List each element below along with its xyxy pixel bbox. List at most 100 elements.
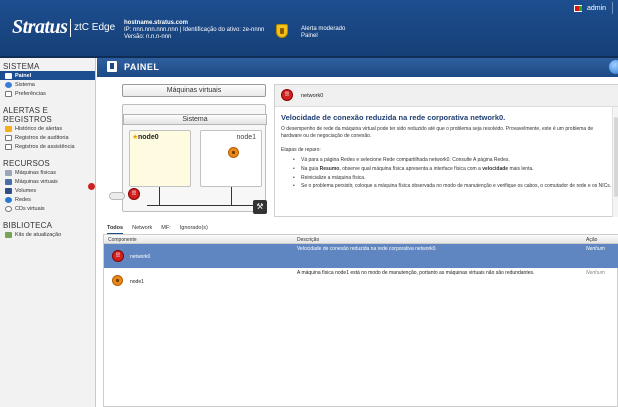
kit-icon [5,231,12,238]
network-alert-icon: !! [112,250,124,262]
sidebar-item-networks[interactable]: Redes [0,195,95,204]
sidebar-item-label: Histórico de alertas [15,125,63,132]
version: Versão: n.n.n-nnn [124,34,172,40]
sidebar-item-virtual-cds[interactable]: CDs virtuais [0,204,95,213]
row-action[interactable]: Nenhum [586,246,605,252]
header-divider [612,2,613,14]
top-header: Stratus ztC Edge hostname.stratus.com IP… [0,0,618,58]
maintenance-tool-icon[interactable]: ⚒ [253,200,267,214]
document-icon [5,134,12,141]
language-flag-icon[interactable] [574,5,582,12]
server-icon [5,169,12,176]
alert-location: Painel [301,33,318,39]
system-label[interactable]: Sistema [123,114,267,125]
system-diagram: Máquinas virtuais Sistema ★ node0 node1 … [109,84,270,217]
alert-level: Alerta moderado [301,26,346,32]
network-alert-icon: !! [281,89,293,101]
section-title-alerts: ALERTAS E REGISTROS [3,106,52,124]
sidebar-item-dashboard[interactable]: Painel [0,71,95,80]
sidebar-item-label: Máquinas físicas [15,169,56,176]
vm-icon [5,178,12,185]
column-header-action[interactable]: Ação [586,237,597,243]
table-row[interactable]: !! network0 Velocidade de conexão reduzi… [104,244,618,268]
sidebar-item-update-kits[interactable]: Kits de atualização [0,230,95,239]
sidebar-item-label: Máquinas virtuais [15,178,58,185]
preferences-icon [5,90,12,97]
sidebar-item-label: CDs virtuais [15,205,45,212]
repair-step: Reinicialize a máquina física. [293,175,613,182]
sidebar-item-label: Registros de auditoria [15,134,69,141]
logo-subtitle: ztC Edge [74,22,116,33]
globe-icon [5,81,12,88]
node1-box[interactable]: node1 [200,130,262,187]
detail-scrollbar[interactable] [612,107,618,217]
detail-header: !! network0 [275,85,618,107]
dashboard-icon [107,61,117,72]
detail-title: Velocidade de conexão reduzida na rede c… [281,113,506,122]
sidebar-item-label: Registros de assistência [15,143,75,150]
virtual-machines-button[interactable]: Máquinas virtuais [122,84,266,97]
app-window: Stratus ztC Edge hostname.stratus.com IP… [0,0,618,407]
dashboard-icon [5,72,12,79]
table-row[interactable]: node1 A máquina física node1 está no mod… [104,268,618,292]
row-description: Velocidade de conexão reduzida na rede c… [297,246,437,252]
alert-summary[interactable]: Alerta moderado Painel [301,26,345,40]
page-title: PAINEL [124,62,160,72]
document-icon [5,143,12,150]
node0-wire [159,187,160,205]
system-box: Sistema ★ node0 node1 [122,104,267,212]
volume-icon [5,187,12,194]
user-menu[interactable]: admin [587,5,606,12]
sidebar-item-label: Redes [15,196,31,203]
row-component: node1 [130,279,144,285]
repair-steps-title: Etapas de reparo: [281,147,321,153]
main-content: PAINEL Máquinas virtuais Sistema ★ node0… [97,58,618,407]
maintenance-icon [112,275,123,286]
sidebar: SISTEMA Painel Sistema Preferências ALER… [0,58,96,407]
shield-alert-icon[interactable] [276,24,288,38]
row-component: network0 [130,254,151,260]
maintenance-icon [228,147,239,158]
alerts-table: Componente Descrição Ação !! network0 Ve… [103,234,618,407]
sidebar-item-alert-history[interactable]: Histórico de alertas [0,124,95,133]
table-header: Componente Descrição Ação [104,235,618,244]
host-details: IP: nnn.nnn.nnn.nnn | Identificação do a… [124,27,265,33]
sidebar-item-label: Painel [15,72,32,79]
sidebar-item-volumes[interactable]: Volumes [0,186,95,195]
column-header-component[interactable]: Componente [108,237,137,243]
repair-step: Na guia Resumo, observe qual máquina fís… [293,166,613,173]
repair-step: Se o problema persistir, coloque a máqui… [293,183,613,190]
section-title-system: SISTEMA [3,62,40,71]
network-wire [147,205,257,206]
network-alert-icon[interactable]: !! [128,188,140,200]
warning-icon [5,125,12,132]
sidebar-item-support-logs[interactable]: Registros de assistência [0,142,95,151]
sidebar-item-physical-machines[interactable]: Máquinas físicas [0,168,95,177]
sidebar-item-label: Volumes [15,187,37,194]
node0-box[interactable]: ★ node0 [129,130,191,187]
section-title-resources: RECURSOS [3,159,50,168]
sidebar-item-system[interactable]: Sistema [0,80,95,89]
node0-label: node0 [138,134,159,141]
repair-step: Vá para a página Redes e selecione Rede … [293,157,613,164]
node1-wire [231,187,232,205]
sidebar-item-preferences[interactable]: Preferências [0,89,95,98]
stratus-logo: Stratus [12,16,68,38]
row-action[interactable]: Nenhum [586,270,605,276]
section-title-library: BIBLIOTECA [3,221,53,230]
column-header-description[interactable]: Descrição [297,237,319,243]
help-icon[interactable] [609,60,618,74]
sidebar-item-label: Kits de atualização [15,231,62,238]
hostname: hostname.stratus.com [124,20,189,26]
host-info: hostname.stratus.com IP: nnn.nnn.nnn.nnn… [124,20,264,41]
sidebar-item-label: Preferências [15,90,46,97]
logo-divider [70,19,71,37]
maintenance-badge-icon [88,183,95,190]
sidebar-item-audit-logs[interactable]: Registros de auditoria [0,133,95,142]
sidebar-item-virtual-machines[interactable]: Máquinas virtuais [0,177,95,186]
row-description: A máquina física node1 está no modo de m… [297,270,535,276]
cd-icon [5,205,12,212]
alert-detail-panel: !! network0 Velocidade de conexão reduzi… [274,84,618,217]
sidebar-item-label: Sistema [15,81,35,88]
panel-header: PAINEL [97,58,618,77]
